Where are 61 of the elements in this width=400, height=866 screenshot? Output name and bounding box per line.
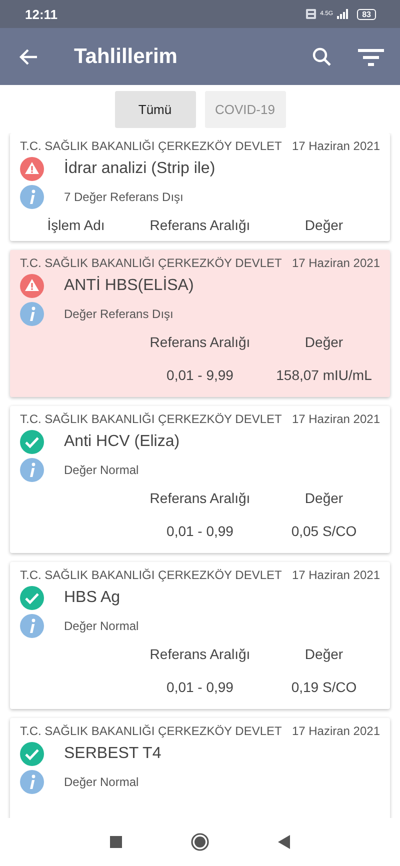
institution-name: T.C. SAĞLIK BAKANLIĞI ÇERKEZKÖY DEVLET [20, 412, 282, 426]
institution-name: T.C. SAĞLIK BAKANLIĞI ÇERKEZKÖY DEVLET [20, 139, 282, 153]
battery-level: 83 [362, 10, 371, 18]
signal-icon [337, 9, 350, 19]
result-date: 17 Haziran 2021 [292, 256, 380, 270]
info-icon [20, 458, 44, 482]
reference-range: 0,01 - 0,99 [166, 679, 234, 695]
clock-time: 12:11 [25, 6, 58, 22]
institution-name: T.C. SAĞLIK BAKANLIĞI ÇERKEZKÖY DEVLET [20, 568, 282, 582]
test-name: SERBEST T4 [64, 745, 162, 763]
column-header: İşlem Adı [46, 217, 106, 233]
column-header: Değer [304, 334, 344, 350]
institution-name: T.C. SAĞLIK BAKANLIĞI ÇERKEZKÖY DEVLET [20, 724, 282, 738]
column-header: Referans Aralığı [148, 646, 252, 662]
test-name: ANTİ HBS(ELİSA) [64, 277, 194, 295]
reference-range: 0,01 - 9,99 [166, 367, 234, 383]
result-note: 7 Değer Referans Dışı [64, 190, 184, 204]
info-icon [20, 302, 44, 326]
result-note: Değer Normal [64, 775, 139, 789]
result-value: 0,05 S/CO [290, 523, 358, 539]
test-name: HBS Ag [64, 589, 120, 607]
filter-icon[interactable] [358, 46, 384, 66]
reference-range: 0,01 - 0,99 [166, 523, 234, 539]
check-icon [20, 742, 44, 766]
search-icon[interactable] [312, 46, 332, 66]
institution-name: T.C. SAĞLIK BAKANLIĞI ÇERKEZKÖY DEVLET [20, 256, 282, 270]
result-date: 17 Haziran 2021 [292, 139, 380, 153]
result-card[interactable]: T.C. SAĞLIK BAKANLIĞI ÇERKEZKÖY DEVLET 17 Haziran 2021 İdrar analizi (Strip ile) 7 Değer Referans Dışı İşlem Adı Referans Aralığı Değer [10, 133, 390, 241]
volte-icon [306, 9, 316, 19]
info-icon [20, 770, 44, 794]
column-header: Değer [304, 217, 344, 233]
info-icon [20, 614, 44, 638]
result-date: 17 Haziran 2021 [292, 412, 380, 426]
back-triangle-icon[interactable] [278, 835, 290, 849]
result-card[interactable]: T.C. SAĞLIK BAKANLIĞI ÇERKEZKÖY DEVLET 17 Haziran 2021 Anti HCV (Eliza) Değer Normal Referans Aralığı Değer 0,01 - 0,99 0,05 S/CO [10, 406, 390, 553]
result-card[interactable]: T.C. SAĞLIK BAKANLIĞI ÇERKEZKÖY DEVLET 17 Haziran 2021 HBS Ag Değer Normal Referans Aralığı Değer 0,01 - 0,99 0,19 S/CO [10, 562, 390, 709]
result-value: 158,07 mIU/mL [275, 367, 373, 383]
warning-icon [20, 274, 44, 298]
check-icon [20, 586, 44, 610]
column-header: Değer [304, 646, 344, 662]
column-header: Referans Aralığı [148, 334, 252, 350]
screen-title: Tahlillerim [74, 44, 178, 68]
info-icon [20, 185, 44, 209]
result-value: 0,19 S/CO [290, 679, 358, 695]
result-note: Değer Referans Dışı [64, 307, 174, 321]
result-date: 17 Haziran 2021 [292, 568, 380, 582]
check-icon [20, 430, 44, 454]
result-note: Değer Normal [64, 463, 139, 477]
test-name: Anti HCV (Eliza) [64, 433, 180, 451]
test-name: İdrar analizi (Strip ile) [64, 160, 216, 178]
column-header: Referans Aralığı [148, 490, 252, 506]
result-note: Değer Normal [64, 619, 139, 633]
result-card[interactable]: T.C. SAĞLIK BAKANLIĞI ÇERKEZKÖY DEVLET 17 Haziran 2021 ANTİ HBS(ELİSA) Değer Referans Dışı Referans Aralığı Değer 0,01 - 9,99 158,07 mIU/mL [10, 250, 390, 397]
result-card[interactable]: T.C. SAĞLIK BAKANLIĞI ÇERKEZKÖY DEVLET 17 Haziran 2021 SERBEST T4 Değer Normal [10, 718, 390, 818]
back-icon[interactable] [19, 46, 39, 66]
column-header: Değer [304, 490, 344, 506]
result-date: 17 Haziran 2021 [292, 724, 380, 738]
home-icon[interactable] [191, 833, 209, 851]
warning-icon [20, 157, 44, 181]
filter-tab[interactable]: Tümü [114, 90, 196, 128]
column-header: Referans Aralığı [148, 217, 252, 233]
